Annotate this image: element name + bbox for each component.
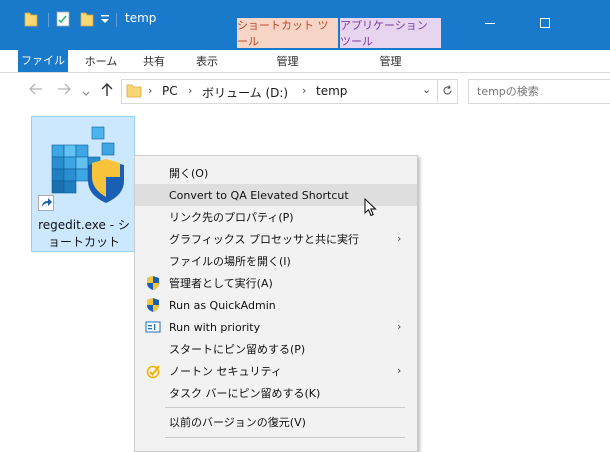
address-bar[interactable]: › PC › ボリューム (D:) › temp ⌄	[121, 79, 458, 104]
menu-item-run-as-admin[interactable]: 管理者として実行(A)	[135, 272, 417, 294]
chevron-right-icon: ›	[397, 320, 402, 333]
norton-check-icon	[146, 365, 160, 379]
chevron-down-icon	[82, 91, 90, 96]
file-name-line: ョートカット	[47, 235, 120, 249]
menu-item-label: グラフィックス プロセッサと共に実行	[169, 233, 359, 246]
menu-item-label: スタートにピン留めする(P)	[169, 343, 306, 356]
menu-item-label: ファイルの場所を開く(I)	[169, 255, 291, 268]
properties-icon[interactable]	[56, 11, 70, 27]
tab-file[interactable]: ファイル	[18, 48, 68, 72]
menu-item-label: 以前のバージョンの復元(V)	[169, 416, 306, 429]
properties-qa[interactable]	[56, 10, 70, 28]
menu-item-label: リンク先のプロパティ(P)	[169, 211, 294, 224]
breadcrumb-volume[interactable]: ボリューム (D:)	[202, 84, 288, 101]
breadcrumb-temp[interactable]: temp	[316, 84, 347, 98]
registry-editor-icon	[51, 126, 124, 203]
uac-shield-icon	[147, 276, 159, 290]
ribbon-tabs: ファイル ホーム 共有 表示 管理 管理	[0, 48, 610, 73]
file-name-line: regedit.exe - シ	[38, 218, 130, 232]
menu-item-label: タスク バーにピン留めする(K)	[169, 387, 321, 400]
quick-access-toolbar	[24, 10, 38, 28]
title-bar: temp ショートカット ツール アプリケーション ツール	[0, 0, 610, 50]
chevron-right-icon: ›	[397, 232, 402, 245]
search-input[interactable]	[477, 85, 610, 98]
menu-item-open-file-location[interactable]: ファイルの場所を開く(I)	[135, 250, 417, 272]
window-title: temp	[125, 11, 157, 25]
breadcrumb-pc[interactable]: PC	[162, 84, 178, 98]
toolbar-separator	[116, 13, 117, 27]
breadcrumb-separator[interactable]: ›	[302, 84, 306, 97]
menu-item-restore-previous-versions[interactable]: 以前のバージョンの復元(V)	[135, 411, 417, 433]
menu-item-label: Run with priority	[169, 320, 261, 334]
forward-button[interactable]	[57, 83, 71, 99]
file-item-regedit-shortcut[interactable]: regedit.exe - シ ョートカット	[31, 116, 135, 252]
menu-item-run-with-gpu[interactable]: グラフィックス プロセッサと共に実行 ›	[135, 228, 417, 250]
recent-locations-button[interactable]	[82, 85, 90, 101]
menu-item-run-with-priority[interactable]: Run with priority ›	[135, 316, 417, 338]
new-folder-qa[interactable]	[80, 10, 94, 28]
menu-item-label: 管理者として実行(A)	[169, 277, 273, 290]
menu-item-open[interactable]: 開く(O)	[135, 162, 417, 184]
minimize-icon	[485, 23, 495, 24]
breadcrumb-separator[interactable]: ›	[188, 84, 192, 97]
up-arrow-icon	[101, 83, 113, 96]
tab-view[interactable]: 表示	[183, 50, 231, 72]
search-box[interactable]	[468, 79, 610, 104]
back-arrow-icon	[29, 83, 42, 95]
shortcut-tools-tab[interactable]: ショートカット ツール	[237, 18, 338, 48]
folder-icon	[126, 84, 142, 98]
maximize-icon	[540, 18, 550, 28]
file-name: regedit.exe - シ ョートカット	[32, 217, 136, 251]
menu-item-pin-to-taskbar[interactable]: タスク バーにピン留めする(K)	[135, 382, 417, 404]
tab-home[interactable]: ホーム	[77, 50, 125, 72]
toolbar-separator	[48, 13, 49, 27]
tab-share[interactable]: 共有	[130, 50, 178, 72]
maximize-button[interactable]	[540, 16, 550, 32]
breadcrumb-separator[interactable]: ›	[148, 84, 152, 97]
menu-item-run-as-quickadmin[interactable]: Run as QuickAdmin	[135, 294, 417, 316]
priority-icon	[145, 321, 161, 333]
customize-toolbar-icon[interactable]	[100, 13, 110, 25]
menu-separator	[165, 437, 405, 438]
menu-item-label: 開く(O)	[169, 167, 209, 180]
folder-icon[interactable]	[24, 11, 38, 27]
menu-separator	[165, 407, 405, 408]
shortcut-arrow-icon	[38, 195, 54, 211]
back-button[interactable]	[29, 83, 43, 99]
chevron-right-icon: ›	[397, 364, 402, 377]
forward-arrow-icon	[58, 83, 71, 95]
mouse-cursor-icon	[364, 198, 377, 217]
refresh-button[interactable]	[437, 79, 457, 102]
menu-item-norton-security[interactable]: ノートン セキュリティ ›	[135, 360, 417, 382]
customize-qa[interactable]	[100, 10, 110, 28]
minimize-button[interactable]	[485, 16, 495, 32]
tab-manage-app[interactable]: 管理	[340, 50, 441, 72]
address-row: › PC › ボリューム (D:) › temp ⌄	[0, 73, 610, 109]
menu-item-label: Run as QuickAdmin	[169, 298, 276, 312]
tab-manage-shortcut[interactable]: 管理	[237, 50, 338, 72]
up-button[interactable]	[101, 83, 113, 101]
menu-item-pin-to-start[interactable]: スタートにピン留めする(P)	[135, 338, 417, 360]
application-tools-tab[interactable]: アプリケーション ツール	[340, 18, 441, 48]
refresh-icon	[443, 85, 452, 95]
uac-shield-icon	[147, 298, 159, 312]
menu-item-label: ノートン セキュリティ	[169, 365, 282, 378]
address-dropdown[interactable]: ⌄	[422, 83, 431, 96]
menu-item-label: Convert to QA Elevated Shortcut	[169, 188, 349, 202]
new-folder-icon[interactable]	[80, 11, 94, 27]
